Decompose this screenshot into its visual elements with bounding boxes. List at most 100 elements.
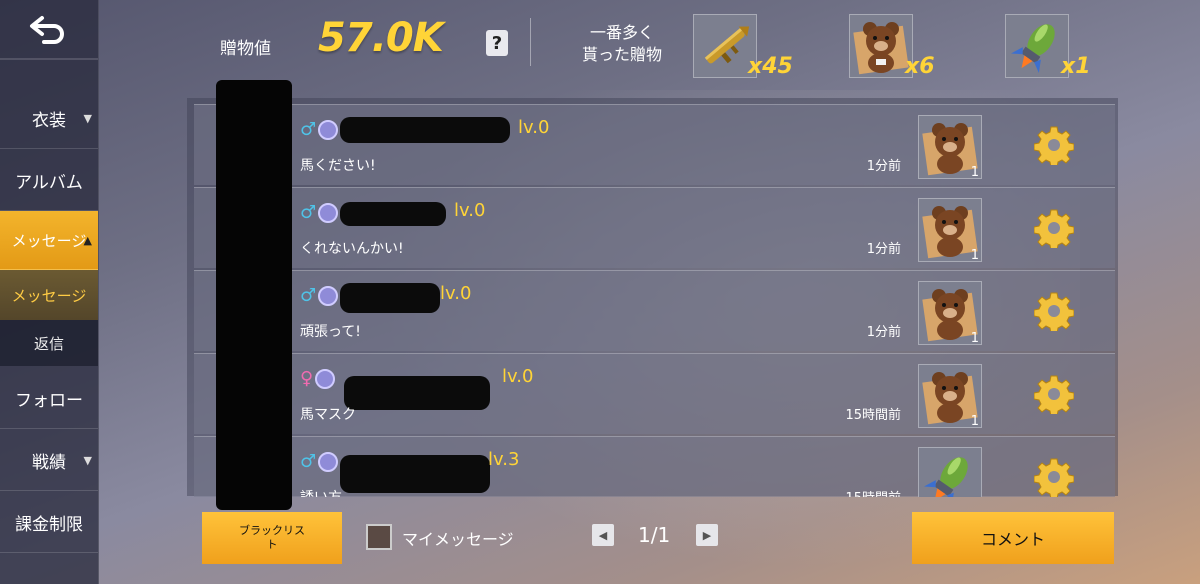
page-indicator: 1/1 — [638, 523, 671, 547]
sidebar-item-label: フォロー — [15, 390, 83, 411]
comment-button[interactable]: コメント — [912, 512, 1114, 564]
chevron-up-icon: ▲ — [83, 233, 92, 247]
message-row[interactable]: ♂ lv.3 誘い方 15時間前 1 — [194, 436, 1115, 497]
sidebar-item-costume[interactable]: 衣装 ▼ — [0, 88, 98, 149]
gift-value: 57.0K — [318, 15, 444, 61]
prev-page-button[interactable]: ◀ — [592, 524, 614, 546]
message-time: 1分前 — [866, 325, 901, 340]
missile-icon — [1011, 24, 1055, 73]
missile-icon — [924, 457, 968, 497]
message-row[interactable]: ♂ lv.0 馬ください! 1分前 1 — [194, 104, 1115, 185]
gift-value-label: 贈物値 — [220, 39, 271, 59]
message-time: 15時間前 — [845, 408, 901, 423]
top-gift-3-count: x1 — [1061, 54, 1091, 79]
message-row[interactable]: ♂ lv.0 頑張って! 1分前 1 — [194, 270, 1115, 351]
top-gift-2-count: x6 — [905, 54, 935, 79]
gear-icon[interactable] — [1034, 125, 1074, 165]
blacklist-button[interactable]: ブラックリスト — [202, 512, 342, 564]
blacklist-button-label: ブラックリスト — [239, 524, 305, 551]
chevron-down-icon: ▼ — [83, 111, 92, 125]
sidebar-item-label: メッセージ — [11, 231, 87, 250]
gift-count: 1 — [970, 414, 979, 429]
message-text: 誘い方 — [300, 487, 342, 497]
gift-count: 1 — [970, 248, 979, 263]
sidebar-item-label: 課金制限 — [15, 514, 83, 535]
sidebar-subitem-label: メッセージ — [11, 286, 87, 305]
most-gifted-label: 一番多く 貰った贈物 — [582, 22, 662, 66]
male-icon: ♂ — [300, 119, 317, 140]
sidebar-item-label: 衣装 — [32, 110, 66, 131]
message-text: 馬マスク — [300, 407, 356, 423]
top-gift-1-count: x45 — [748, 54, 793, 79]
next-page-button[interactable]: ▶ — [696, 524, 718, 546]
my-message-label: マイメッセージ — [402, 530, 514, 549]
received-gift: 1 — [918, 364, 982, 429]
redacted-username — [344, 376, 490, 410]
most-gifted-label-line1: 一番多く — [590, 23, 655, 42]
most-gifted-label-line2: 貰った贈物 — [582, 45, 663, 64]
rank-badge-icon — [318, 451, 339, 472]
message-row[interactable]: ♂ lv.0 くれないんかい! 1分前 1 — [194, 187, 1115, 268]
rank-badge-icon — [315, 368, 336, 389]
teddy-bear-icon — [853, 22, 909, 75]
sidebar-item-message[interactable]: メッセージ ▲ — [0, 211, 98, 270]
received-gift: 1 — [918, 281, 982, 346]
redacted-username — [340, 455, 490, 493]
sidebar-item-label: 戦績 — [32, 452, 66, 473]
message-text: 頑張って! — [300, 324, 361, 340]
gear-icon[interactable] — [1034, 291, 1074, 331]
top-gift-3[interactable] — [1005, 14, 1069, 78]
row-icons: ♂ — [300, 202, 339, 223]
received-gift: 1 — [918, 115, 982, 180]
player-level: lv.0 — [502, 366, 534, 387]
back-arrow-icon[interactable] — [28, 12, 68, 46]
sidebar-subitem-message[interactable]: メッセージ — [0, 270, 98, 320]
triangle-right-icon: ▶ — [702, 528, 712, 542]
redacted-username — [340, 117, 510, 143]
redacted-username — [340, 202, 446, 226]
sidebar: 衣装 ▼ アルバム メッセージ ▲ メッセージ 返信 フォロー 戦績 ▼ 課金制… — [0, 0, 99, 584]
row-icons: ♀ — [300, 368, 336, 389]
message-text: 馬ください! — [300, 158, 376, 174]
message-row[interactable]: ♀ lv.0 馬マスク 15時間前 1 — [194, 353, 1115, 434]
sidebar-item-label: アルバム — [15, 172, 83, 193]
gear-icon[interactable] — [1034, 374, 1074, 414]
rank-badge-icon — [318, 119, 339, 140]
player-level: lv.0 — [440, 283, 472, 304]
top-gift-2[interactable] — [849, 14, 913, 78]
gear-icon[interactable] — [1034, 457, 1074, 497]
gear-icon[interactable] — [1034, 208, 1074, 248]
rank-badge-icon — [318, 285, 339, 306]
sidebar-subitem-reply[interactable]: 返信 — [0, 320, 98, 366]
sidebar-subitem-label: 返信 — [33, 334, 64, 353]
rocket-launcher-icon — [704, 26, 750, 64]
comment-button-label: コメント — [980, 530, 1045, 549]
male-icon: ♂ — [300, 451, 317, 472]
sidebar-item-follow[interactable]: フォロー — [0, 368, 98, 429]
received-gift: 1 — [918, 198, 982, 263]
row-icons: ♂ — [300, 451, 339, 472]
player-level: lv.0 — [454, 200, 486, 221]
sidebar-item-album[interactable]: アルバム — [0, 150, 98, 211]
row-icons: ♂ — [300, 119, 339, 140]
received-gift: 1 — [918, 447, 982, 497]
message-time: 1分前 — [866, 159, 901, 174]
triangle-left-icon: ◀ — [598, 528, 608, 542]
redacted-avatars — [216, 80, 292, 510]
message-time: 15時間前 — [845, 487, 901, 497]
sidebar-item-record[interactable]: 戦績 ▼ — [0, 430, 98, 491]
gift-count: 1 — [970, 165, 979, 180]
message-text: くれないんかい! — [300, 241, 404, 257]
sidebar-item-billing-limit[interactable]: 課金制限 — [0, 492, 98, 553]
gift-count: 1 — [970, 331, 979, 346]
female-icon: ♀ — [300, 368, 314, 389]
rank-badge-icon — [318, 202, 339, 223]
my-message-checkbox[interactable] — [366, 524, 392, 550]
player-level: lv.0 — [518, 117, 550, 138]
redacted-username — [340, 283, 440, 313]
sidebar-divider — [0, 58, 98, 60]
help-button[interactable]: ? — [486, 30, 508, 56]
male-icon: ♂ — [300, 202, 317, 223]
male-icon: ♂ — [300, 285, 317, 306]
chevron-down-icon: ▼ — [83, 453, 92, 467]
